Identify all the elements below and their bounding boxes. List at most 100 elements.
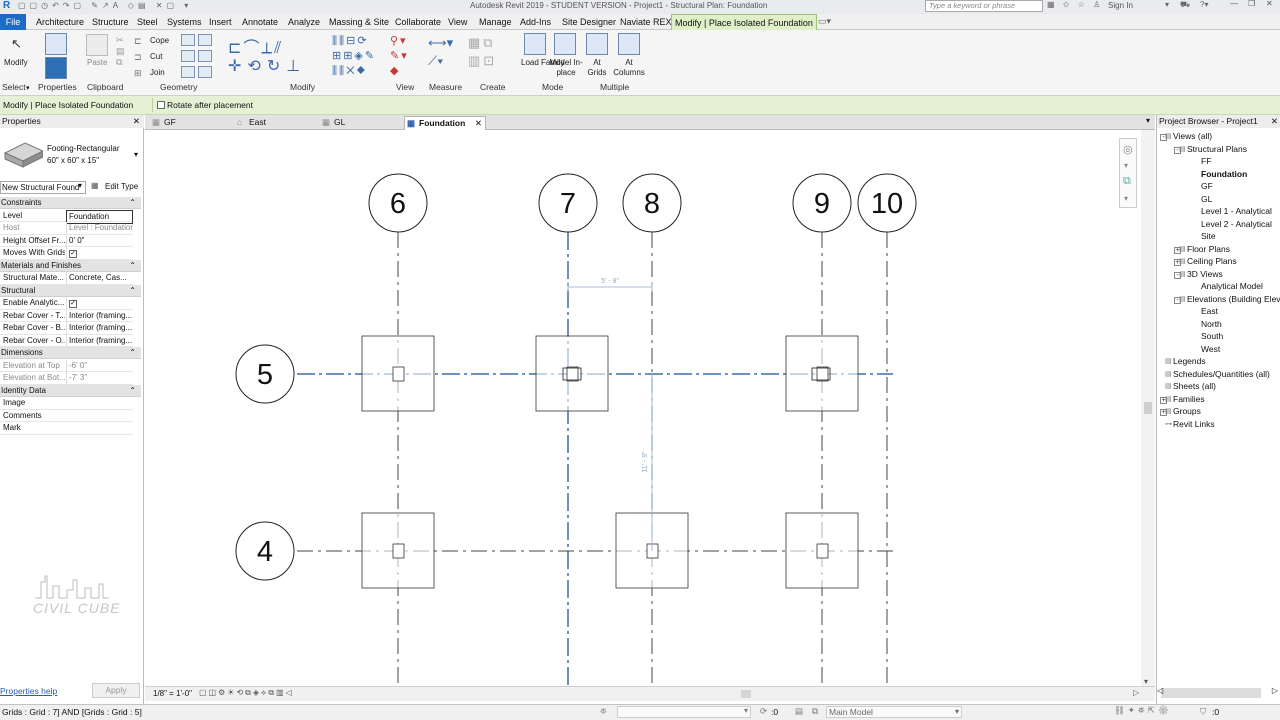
tab-architecture[interactable]: Architecture [33, 14, 87, 30]
close-button[interactable]: ✕ [1266, 0, 1273, 8]
geometry-tool-icon[interactable] [198, 66, 212, 78]
tab-steel[interactable]: Steel [134, 14, 161, 30]
tab-view-gf[interactable]: ▦ GF [150, 116, 234, 130]
tab-naviate-rex[interactable]: Naviate REX [617, 14, 675, 30]
browser-item[interactable]: South [1201, 331, 1223, 341]
tab-massing-site[interactable]: Massing & Site [326, 14, 392, 30]
minimize-button[interactable]: — [1230, 0, 1238, 8]
browser-item[interactable]: Families [1173, 394, 1205, 404]
scroll-right-icon[interactable]: ▷ [1272, 686, 1278, 695]
property-row[interactable]: Structural Mate... Concrete, Cas... [0, 272, 133, 285]
design-option-select[interactable]: Main Model ▾ [826, 706, 962, 718]
property-row[interactable]: Rebar Cover - B... Interior (framing... [0, 322, 133, 335]
browser-item[interactable]: Groups [1173, 406, 1201, 416]
property-value[interactable]: Interior (framing... [66, 334, 133, 347]
view-tools-icons[interactable]: ⚲▾ ✎▾ ◆ [390, 34, 409, 79]
at-columns-button[interactable]: At Columns [612, 58, 646, 78]
restore-button[interactable]: ❐ [1248, 0, 1255, 8]
worksets-icon[interactable]: ⛯ [600, 706, 607, 717]
grid-label[interactable]: 8 [644, 188, 660, 220]
sign-in-link[interactable]: Sign In [1108, 1, 1133, 10]
tab-file[interactable]: File [0, 14, 26, 30]
browser-item[interactable]: Level 2 - Analytical [1201, 219, 1272, 229]
property-section[interactable]: Constraints ⌃ [0, 197, 141, 209]
move-rotate-icons[interactable]: ✛⟲↻⊥ [228, 56, 306, 76]
tab-structure[interactable]: Structure [89, 14, 132, 30]
browser-item[interactable]: GF [1201, 181, 1213, 191]
search-input[interactable]: Type a keyword or phrase [925, 0, 1043, 12]
grid-label[interactable]: 10 [871, 188, 903, 220]
property-value[interactable]: Level : Foundation [66, 222, 133, 234]
tab-modify-place-isolated-foundation[interactable]: Modify | Place Isolated Foundation [671, 14, 817, 30]
tab-add-ins[interactable]: Add-Ins [517, 14, 554, 30]
model-inplace-button[interactable]: Model In-place [549, 58, 583, 78]
steering-wheel-icon[interactable]: ◎ [1123, 143, 1133, 156]
rotate-checkbox[interactable] [157, 101, 165, 109]
tab-systems[interactable]: Systems [164, 14, 205, 30]
type-size[interactable]: 60" x 60" x 15" [47, 156, 99, 165]
view-control-icons[interactable]: ▢◫⚙☀⟲⧉◈⟡⧉▥◁ [199, 688, 294, 698]
grid-label[interactable]: 9 [814, 188, 830, 220]
scroll-thumb[interactable] [1144, 402, 1152, 414]
browser-item[interactable]: Legends [1173, 356, 1206, 366]
close-icon[interactable]: ✕ [133, 115, 140, 128]
property-value[interactable]: Interior (framing... [66, 309, 133, 322]
structural-plan[interactable]: 6 7 8 9 10 5 4 5' - 9" 11' - 9" [145, 130, 1145, 686]
browser-item[interactable]: Foundation [1201, 169, 1247, 179]
model-inplace-icon[interactable] [554, 33, 576, 55]
tab-annotate[interactable]: Annotate [239, 14, 281, 30]
property-checkbox[interactable]: ✓ [69, 250, 77, 258]
browser-item[interactable]: Elevations (Building Eleva [1187, 294, 1280, 304]
tab-site-designer[interactable]: Site Designer [559, 14, 619, 30]
chevron-down-icon[interactable]: ▾ [1124, 161, 1128, 170]
dimension-text[interactable]: 11' - 9" [642, 451, 649, 473]
property-section[interactable]: Materials and Finishes ⌃ [0, 259, 141, 272]
type-name[interactable]: Footing-Rectangular [47, 144, 119, 153]
property-value[interactable]: Concrete, Cas... [66, 272, 133, 284]
browser-item[interactable]: Ceiling Plans [1187, 256, 1237, 266]
cut-icon[interactable]: ⊐ [134, 52, 142, 63]
load-family-icon[interactable] [524, 33, 546, 55]
chevron-down-icon[interactable]: ▾ [1144, 677, 1148, 686]
property-row[interactable]: Mark [0, 422, 133, 435]
scale-selector[interactable]: 1/8" = 1'-0" [153, 689, 192, 698]
collapse-icon[interactable]: ⌃ [129, 285, 136, 297]
tab-view-foundation[interactable]: ▦ Foundation ✕ [404, 116, 486, 130]
navigation-bar[interactable]: ◎ ▾ ⧉ ▾ [1119, 138, 1137, 208]
drawing-canvas[interactable]: 6 7 8 9 10 5 4 5' - 9" 11' - 9" ◎ ▾ ⧉ ▾ [145, 130, 1145, 686]
horizontal-scroll-thumb[interactable] [741, 690, 751, 698]
chevron-down-icon[interactable]: ▾ [134, 150, 138, 159]
property-section[interactable]: Identity Data ⌃ [0, 384, 141, 397]
property-row[interactable]: Rebar Cover - T... Interior (framing... [0, 309, 133, 322]
scroll-right-icon[interactable]: ▷ [1133, 688, 1139, 697]
property-row[interactable]: Host Level : Foundation [0, 222, 133, 235]
property-row[interactable]: Image [0, 397, 133, 410]
at-grids-button[interactable]: At Grids [586, 58, 608, 78]
footing-column-marker[interactable] [566, 366, 579, 382]
footing-column-marker[interactable] [816, 543, 829, 559]
tab-view-east[interactable]: ⌂ East [235, 116, 319, 130]
editing-requests-icon[interactable]: ⟳ [760, 706, 767, 717]
dimension-text[interactable]: 5' - 9" [601, 278, 619, 285]
browser-item[interactable]: Sheets (all) [1173, 381, 1216, 391]
collapse-icon[interactable]: ⌃ [129, 197, 136, 209]
property-value[interactable]: -6' 0" [66, 359, 133, 372]
tab-view[interactable]: View [445, 14, 470, 30]
property-row[interactable]: Moves With Grids ✓ [0, 247, 133, 260]
browser-item[interactable]: Floor Plans [1187, 244, 1230, 254]
modify-tools-icons[interactable]: ⊏⌒⟂⫽ [228, 34, 283, 58]
geometry-tool-icon[interactable] [181, 50, 195, 62]
modify-button[interactable]: Modify [4, 58, 28, 67]
modify-cursor-icon[interactable]: ↖ [11, 36, 22, 52]
cope-icon[interactable]: ⊏ [134, 36, 142, 47]
tab-insert[interactable]: Insert [206, 14, 235, 30]
at-columns-icon[interactable] [618, 33, 640, 55]
instance-filter-select[interactable]: New Structural Found [0, 181, 86, 194]
property-section[interactable]: Dimensions ⌃ [0, 347, 141, 359]
grid-label[interactable]: 7 [560, 188, 576, 220]
geometry-tool-icon[interactable] [198, 50, 212, 62]
browser-item[interactable]: North [1201, 319, 1222, 329]
property-checkbox[interactable]: ✓ [69, 300, 77, 308]
scroll-left-icon[interactable]: ◁ [1157, 686, 1163, 695]
footing-column-marker[interactable] [646, 543, 659, 559]
